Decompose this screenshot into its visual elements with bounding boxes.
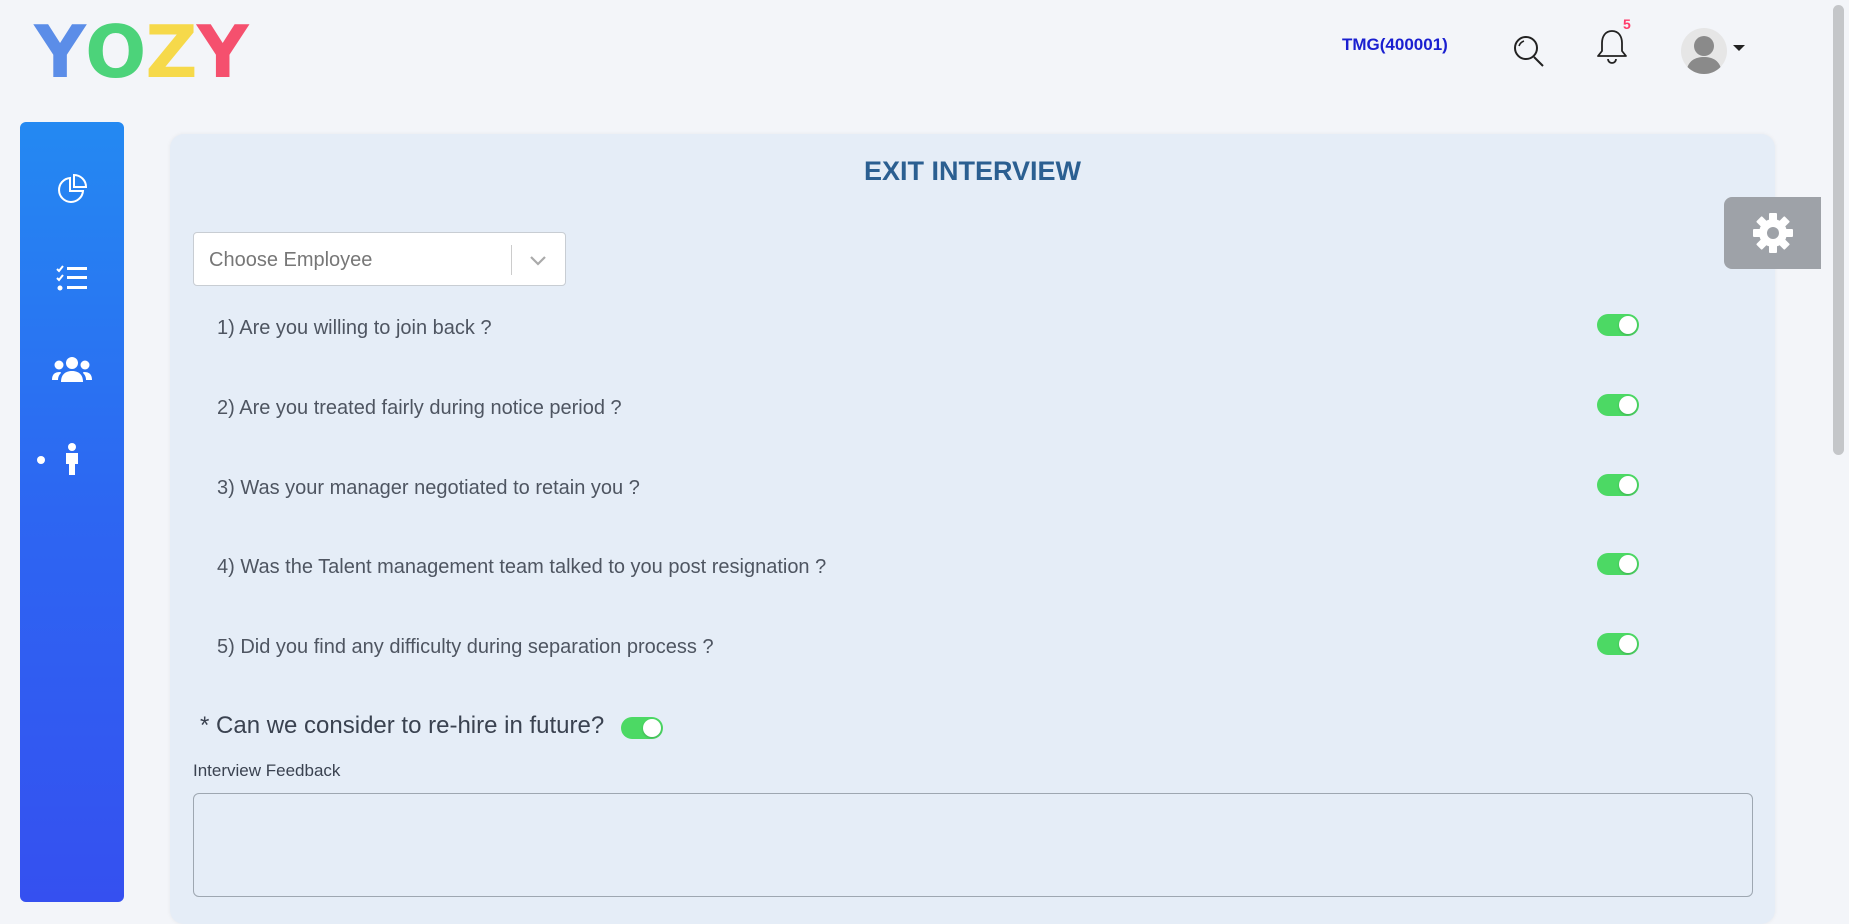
settings-button[interactable]	[1724, 197, 1821, 269]
employee-select-placeholder: Choose Employee	[209, 249, 373, 271]
sidebar-item-exit[interactable]	[20, 429, 124, 489]
toggle-knob	[1619, 476, 1637, 494]
exit-interview-card: EXIT INTERVIEW Choose Employee 1) Are yo…	[170, 134, 1775, 924]
question-1: 1) Are you willing to join back ?	[217, 317, 492, 339]
user-silhouette-icon	[1686, 36, 1722, 74]
gear-icon	[1752, 213, 1793, 253]
yozy-logo[interactable]: YOZY	[34, 10, 249, 94]
checklist-icon	[56, 265, 87, 291]
active-indicator	[37, 456, 45, 464]
question-5: 5) Did you find any difficulty during se…	[217, 636, 714, 658]
feedback-label: Interview Feedback	[193, 761, 341, 780]
page-title: EXIT INTERVIEW	[863, 156, 1082, 186]
rehire-toggle[interactable]	[621, 717, 663, 739]
avatar[interactable]	[1681, 28, 1727, 74]
feedback-textarea[interactable]	[193, 793, 1753, 897]
sidebar-item-team[interactable]	[20, 339, 124, 399]
users-icon	[52, 357, 92, 382]
person-icon	[66, 443, 78, 475]
logo-letter-y: Y	[34, 10, 86, 94]
question-4: 4) Was the Talent management team talked…	[217, 556, 827, 578]
logo-letter-o: O	[85, 10, 146, 94]
toggle-knob	[1619, 396, 1637, 414]
toggle-knob	[1619, 555, 1637, 573]
question-4-toggle[interactable]	[1597, 553, 1639, 575]
logo-letter-z: Z	[145, 10, 197, 94]
pie-chart-icon	[58, 173, 88, 203]
toggle-knob	[643, 719, 661, 737]
question-1-toggle[interactable]	[1597, 314, 1639, 336]
search-icon[interactable]	[1512, 34, 1546, 68]
question-2-toggle[interactable]	[1597, 394, 1639, 416]
rehire-label: * Can we consider to re-hire in future?	[200, 712, 605, 739]
question-2: 2) Are you treated fairly during notice …	[217, 397, 622, 419]
company-code[interactable]: TMG(400001)	[1342, 35, 1448, 55]
toggle-knob	[1619, 635, 1637, 653]
logo-letter-y2: Y	[196, 10, 249, 94]
sidebar	[20, 122, 124, 902]
sidebar-item-dashboard[interactable]	[20, 159, 124, 219]
chevron-down-icon[interactable]	[528, 251, 548, 269]
question-3: 3) Was your manager negotiated to retain…	[217, 477, 640, 499]
notification-badge: 5	[1623, 16, 1631, 32]
question-5-toggle[interactable]	[1597, 633, 1639, 655]
toggle-knob	[1619, 316, 1637, 334]
question-3-toggle[interactable]	[1597, 474, 1639, 496]
bell-icon[interactable]	[1595, 28, 1629, 64]
select-separator	[511, 245, 512, 275]
caret-down-icon[interactable]	[1733, 45, 1745, 51]
sidebar-item-tasks[interactable]	[20, 249, 124, 309]
employee-select[interactable]: Choose Employee	[193, 232, 566, 286]
scrollbar-thumb[interactable]	[1833, 5, 1844, 455]
